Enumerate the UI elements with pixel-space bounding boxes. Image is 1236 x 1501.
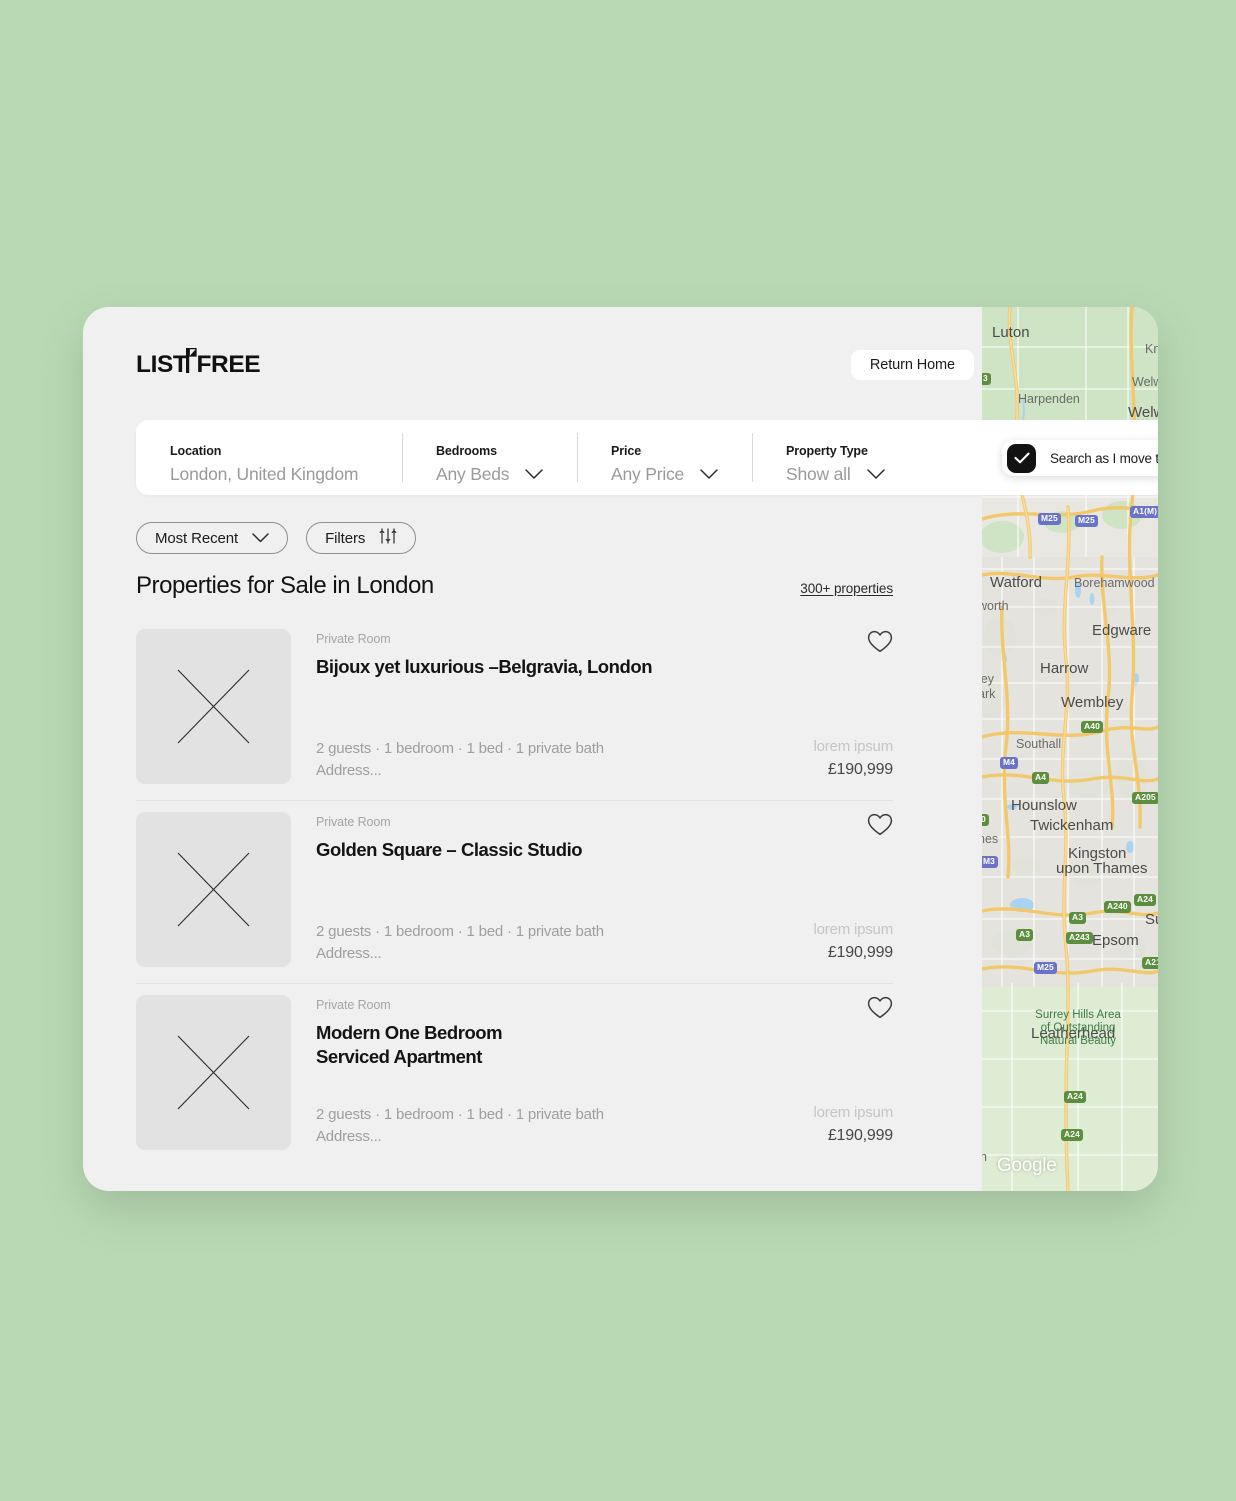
road-badge-a4: A4 bbox=[1032, 772, 1050, 784]
app-window: LIST FREE Return Home Location London, Un… bbox=[83, 307, 1158, 1191]
search-as-i-move-toggle[interactable]: Search as I move the map bbox=[1002, 440, 1158, 476]
price-label: Price bbox=[611, 444, 642, 458]
favorite-heart-icon[interactable] bbox=[867, 629, 893, 655]
listing-address: Address... bbox=[316, 1127, 382, 1145]
listing-image-placeholder bbox=[136, 629, 291, 784]
filters-label: Filters bbox=[325, 529, 366, 547]
listing-price-note: lorem ipsum bbox=[813, 1104, 894, 1122]
listing-price-note: lorem ipsum bbox=[813, 738, 894, 756]
properties-count-link[interactable]: 300+ properties bbox=[800, 581, 893, 596]
listings-list: Private Room Bijoux yet luxurious –Belgr… bbox=[136, 618, 893, 1166]
listing-title[interactable]: Bijoux yet luxurious –Belgravia, London bbox=[316, 655, 893, 679]
listing-title[interactable]: Golden Square – Classic Studio bbox=[316, 838, 893, 862]
map-panel[interactable]: Luton Kn Welw Harpenden Welw Watford Bor… bbox=[982, 307, 1158, 1191]
road-badge-a240: A240 bbox=[1104, 901, 1131, 913]
road-badge-a21: A21 bbox=[1142, 957, 1158, 969]
listing-header: Properties for Sale in London 300+ prope… bbox=[136, 572, 893, 600]
page-title: Properties for Sale in London bbox=[136, 572, 434, 599]
listing-image-placeholder bbox=[136, 995, 291, 1150]
road-badge-m25: M25 bbox=[1038, 513, 1061, 525]
road-badge-a1m: A1(M) bbox=[1130, 506, 1158, 518]
listing-item[interactable]: Private Room Modern One Bedroom Serviced… bbox=[136, 984, 893, 1166]
property-type-label: Property Type bbox=[786, 444, 868, 458]
listing-kind: Private Room bbox=[316, 815, 391, 829]
google-attribution: Google bbox=[997, 1155, 1057, 1176]
search-field-bedrooms[interactable]: Bedrooms Any Beds bbox=[402, 420, 577, 495]
chevron-down-icon bbox=[525, 469, 544, 480]
listing-title[interactable]: Modern One Bedroom Serviced Apartment bbox=[316, 1021, 893, 1068]
listing-address: Address... bbox=[316, 761, 382, 779]
road-badge-a24: A24 bbox=[1064, 1091, 1086, 1103]
road-badge-m25: M25 bbox=[1075, 515, 1098, 527]
road-badge-0: 0 bbox=[982, 814, 989, 826]
listing-price: £190,999 bbox=[827, 944, 893, 962]
search-field-location[interactable]: Location London, United Kingdom bbox=[136, 420, 402, 495]
filters-button[interactable]: Filters bbox=[306, 522, 417, 554]
return-home-button[interactable]: Return Home bbox=[850, 350, 974, 380]
road-badge-a24: A24 bbox=[1134, 894, 1156, 906]
listing-address: Address... bbox=[316, 944, 382, 962]
listing-kind: Private Room bbox=[316, 998, 391, 1012]
brand-logo[interactable]: LIST FREE bbox=[136, 348, 261, 379]
bedrooms-label: Bedrooms bbox=[436, 444, 498, 458]
road-badge-3: 3 bbox=[982, 373, 991, 385]
sort-label: Most Recent bbox=[155, 529, 239, 547]
sort-dropdown-button[interactable]: Most Recent bbox=[136, 522, 289, 554]
favorite-heart-icon[interactable] bbox=[867, 812, 893, 838]
chevron-down-icon bbox=[700, 469, 718, 480]
logo-text-free: FREE bbox=[196, 351, 261, 378]
search-field-property-type[interactable]: Property Type Show all bbox=[752, 420, 952, 495]
chevron-down-icon bbox=[866, 469, 885, 480]
checkbox-checked-icon[interactable] bbox=[1007, 443, 1036, 473]
road-badge-a205: A205 bbox=[1132, 792, 1158, 804]
road-badge-a24: A24 bbox=[1061, 1129, 1083, 1141]
road-badge-a3: A3 bbox=[1016, 929, 1034, 941]
listing-image-placeholder bbox=[136, 812, 291, 967]
road-badge-m3: M3 bbox=[982, 856, 999, 868]
price-value: Any Price bbox=[611, 464, 685, 484]
bedrooms-value: Any Beds bbox=[436, 464, 510, 484]
listing-specs: 2 guests · 1 bedroom · 1 bed · 1 private… bbox=[316, 922, 604, 940]
listing-kind: Private Room bbox=[316, 632, 391, 646]
listing-price: £190,999 bbox=[827, 761, 893, 779]
road-badge-a243: A243 bbox=[1066, 932, 1093, 944]
filter-row: Most Recent Filters bbox=[136, 522, 417, 554]
location-label: Location bbox=[170, 444, 222, 458]
road-badge-a40: A40 bbox=[1081, 721, 1103, 733]
location-input[interactable]: London, United Kingdom bbox=[170, 464, 358, 485]
chevron-down-icon bbox=[252, 530, 269, 547]
listing-specs: 2 guests · 1 bedroom · 1 bed · 1 private… bbox=[316, 739, 604, 757]
road-badge-a3: A3 bbox=[1069, 912, 1087, 924]
listing-price: £190,999 bbox=[827, 1127, 893, 1145]
listing-specs: 2 guests · 1 bedroom · 1 bed · 1 private… bbox=[316, 1105, 604, 1123]
logo-text-list: LIST bbox=[136, 351, 188, 378]
search-as-i-move-label: Search as I move the map bbox=[1050, 450, 1158, 466]
listing-item[interactable]: Private Room Golden Square – Classic Stu… bbox=[136, 801, 893, 984]
sliders-icon bbox=[379, 528, 397, 548]
property-type-value: Show all bbox=[786, 464, 851, 484]
favorite-heart-icon[interactable] bbox=[867, 995, 893, 1021]
road-badge-m4: M4 bbox=[1000, 757, 1019, 769]
listing-item[interactable]: Private Room Bijoux yet luxurious –Belgr… bbox=[136, 618, 893, 801]
search-field-price[interactable]: Price Any Price bbox=[577, 420, 752, 495]
listing-price-note: lorem ipsum bbox=[813, 921, 894, 939]
road-badge-m25: M25 bbox=[1034, 962, 1057, 974]
